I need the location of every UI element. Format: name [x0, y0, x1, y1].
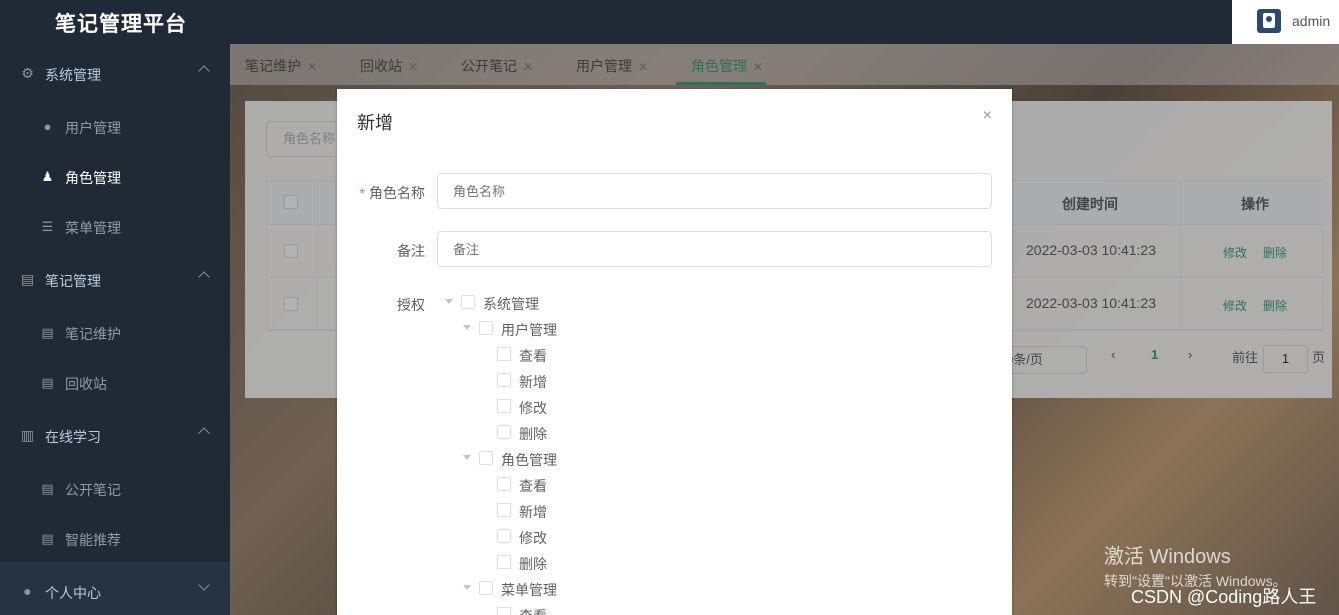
role-name-label-text: 角色名称	[369, 185, 425, 201]
sidebar-item-users[interactable]: ● 用户管理	[0, 102, 230, 152]
tree-checkbox[interactable]	[497, 607, 511, 615]
tree-label: 系统管理	[483, 296, 539, 312]
tree-node-role-mgmt[interactable]: 角色管理	[463, 450, 663, 468]
tree-label: 查看	[519, 478, 547, 494]
role-icon: ♟	[41, 169, 54, 184]
close-icon[interactable]: ×	[983, 107, 992, 125]
tree-node-perm[interactable]: 删除	[497, 554, 647, 572]
sidebar-group-personal[interactable]: ● 个人中心	[0, 567, 230, 615]
top-header: 笔记管理平台 admin	[0, 0, 1339, 44]
tree-checkbox[interactable]	[497, 347, 511, 361]
csdn-watermark: CSDN @Coding路人王	[1131, 587, 1317, 607]
tree-label: 角色管理	[501, 452, 557, 468]
user-name: admin	[1292, 13, 1331, 29]
tree-checkbox[interactable]	[479, 321, 493, 335]
sidebar-item-label: 菜单管理	[65, 220, 121, 236]
document-icon: ▥	[20, 427, 35, 443]
role-name-input[interactable]	[437, 173, 992, 209]
tree-checkbox[interactable]	[497, 399, 511, 413]
tree-label: 修改	[519, 400, 547, 416]
tree-checkbox[interactable]	[497, 477, 511, 491]
sidebar-item-note-edit[interactable]: ▤ 笔记维护	[0, 308, 230, 358]
tree-checkbox[interactable]	[497, 529, 511, 543]
tree-expand-icon[interactable]	[463, 585, 471, 590]
sidebar-group-notes[interactable]: ▤ 笔记管理	[0, 255, 230, 305]
chevron-up-icon	[198, 271, 210, 283]
tree-checkbox[interactable]	[497, 373, 511, 387]
tree-node-root[interactable]: 系统管理	[445, 294, 645, 312]
tree-expand-icon[interactable]	[445, 299, 453, 304]
chevron-up-icon	[198, 427, 210, 439]
watermark-line1: 激活 Windows	[1104, 546, 1231, 568]
sidebar-item-public-notes[interactable]: ▤ 公开笔记	[0, 464, 230, 514]
tree-checkbox[interactable]	[497, 503, 511, 517]
sidebar-item-label: 角色管理	[65, 170, 121, 186]
sidebar-item-recommend[interactable]: ▤ 智能推荐	[0, 514, 230, 564]
sidebar-group-label: 在线学习	[45, 429, 101, 445]
tree-node-perm[interactable]: 查看	[497, 476, 647, 494]
sidebar-item-roles[interactable]: ♟ 角色管理	[0, 152, 230, 202]
avatar-icon	[1257, 9, 1281, 33]
tree-expand-icon[interactable]	[463, 325, 471, 330]
sidebar-group-learning[interactable]: ▥ 在线学习	[0, 411, 230, 461]
tree-node-perm[interactable]: 修改	[497, 398, 647, 416]
tree-checkbox[interactable]	[479, 451, 493, 465]
sidebar-item-label: 用户管理	[65, 120, 121, 136]
chevron-up-icon	[198, 65, 210, 77]
user-icon: ●	[43, 119, 52, 134]
sidebar-item-label: 笔记维护	[65, 326, 121, 342]
sidebar-group-label: 个人中心	[45, 585, 101, 601]
list-icon: ☰	[41, 219, 54, 234]
tree-node-menu-mgmt[interactable]: 菜单管理	[463, 580, 663, 598]
tree-label: 查看	[519, 348, 547, 364]
person-icon: ●	[23, 583, 32, 599]
tree-node-perm[interactable]: 修改	[497, 528, 647, 546]
sidebar-group-label: 笔记管理	[45, 273, 101, 289]
note-icon: ▤	[20, 271, 35, 287]
tree-label: 修改	[519, 530, 547, 546]
tree-label: 新增	[519, 374, 547, 390]
sidebar-item-label: 回收站	[65, 376, 107, 392]
tree-node-perm[interactable]: 新增	[497, 502, 647, 520]
tree-label: 删除	[519, 426, 547, 442]
brand-title: 笔记管理平台	[55, 13, 187, 36]
sidebar: ⚙ 系统管理 ● 用户管理 ♟ 角色管理 ☰ 菜单管理 ▤ 笔记管理 ▤ 笔记维…	[0, 44, 230, 615]
tree-label: 菜单管理	[501, 582, 557, 598]
auth-label: 授权	[397, 297, 425, 313]
role-name-label: * 角色名称	[360, 183, 425, 203]
sidebar-group-label: 系统管理	[45, 67, 101, 83]
tree-label: 删除	[519, 556, 547, 572]
tree-checkbox[interactable]	[479, 581, 493, 595]
tree-expand-icon[interactable]	[463, 455, 471, 460]
remark-input[interactable]	[437, 231, 992, 267]
gear-icon: ⚙	[21, 65, 34, 81]
tree-node-user-mgmt[interactable]: 用户管理	[463, 320, 663, 338]
note-public-icon: ▤	[41, 481, 54, 496]
dialog-title: 新增	[357, 113, 393, 133]
tree-label: 新增	[519, 504, 547, 520]
recycle-icon: ▤	[41, 375, 54, 390]
tree-checkbox[interactable]	[461, 295, 475, 309]
add-role-dialog: 新增 × *角色名称 备注 授权 系统管理 用户管理 查看 新增 修改	[337, 89, 1012, 615]
sidebar-group-system[interactable]: ⚙ 系统管理	[0, 49, 230, 99]
tree-node-perm[interactable]: 删除	[497, 424, 647, 442]
tree-checkbox[interactable]	[497, 555, 511, 569]
sidebar-item-menus[interactable]: ☰ 菜单管理	[0, 202, 230, 252]
sidebar-item-recycle[interactable]: ▤ 回收站	[0, 358, 230, 408]
remark-label: 备注	[397, 243, 425, 259]
note-edit-icon: ▤	[41, 325, 54, 340]
tree-node-perm[interactable]: 查看	[497, 346, 647, 364]
tree-node-perm[interactable]: 新增	[497, 372, 647, 390]
sidebar-item-label: 智能推荐	[65, 532, 121, 548]
required-mark: *	[359, 185, 365, 201]
tree-label: 查看	[519, 606, 547, 615]
tree-node-perm[interactable]: 查看	[497, 606, 647, 615]
chevron-down-icon	[198, 579, 210, 591]
tree-checkbox[interactable]	[497, 425, 511, 439]
sidebar-item-label: 公开笔记	[65, 482, 121, 498]
tree-label: 用户管理	[501, 322, 557, 338]
recommend-icon: ▤	[41, 531, 54, 546]
user-menu[interactable]: admin	[1232, 0, 1339, 44]
